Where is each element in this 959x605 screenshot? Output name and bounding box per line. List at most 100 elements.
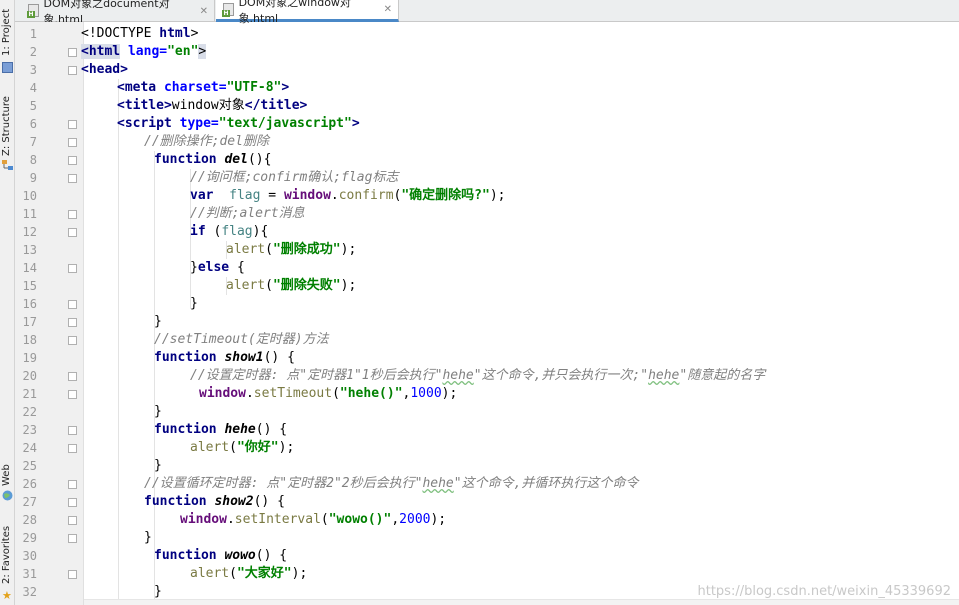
code-line-7: //删除操作;del删除: [144, 134, 269, 149]
code-line-11: //判断;alert消息: [190, 206, 305, 221]
line-number: 22: [22, 405, 37, 419]
fold-marker[interactable]: [68, 156, 77, 165]
fold-marker[interactable]: [68, 264, 77, 273]
line-number: 28: [22, 513, 37, 527]
code-line-23: function hehe() {: [154, 422, 288, 437]
code-line-13: alert("删除成功");: [226, 242, 357, 257]
line-number: 30: [22, 549, 37, 563]
line-number: 16: [22, 297, 37, 311]
project-folder-icon: [2, 62, 13, 73]
code-line-2: <html lang="en">: [81, 44, 207, 59]
line-number: 4: [29, 81, 37, 95]
project-tool-label: 1: Project: [1, 8, 12, 56]
code-line-10: var flag = window.confirm("确定删除吗?");: [190, 188, 506, 203]
code-line-18: //setTimeout(定时器)方法: [154, 332, 329, 347]
code-line-8: function del(){: [154, 152, 272, 167]
line-number: 7: [29, 135, 37, 149]
line-number: 5: [29, 99, 37, 113]
line-number: 31: [22, 567, 37, 581]
horizontal-scrollbar[interactable]: [84, 599, 959, 605]
web-tool-label: Web: [1, 464, 12, 486]
fold-marker[interactable]: [68, 48, 77, 57]
fold-marker[interactable]: [68, 336, 77, 345]
fold-marker[interactable]: [68, 300, 77, 309]
fold-marker[interactable]: [68, 138, 77, 147]
line-number-gutter: 1 2 3 4 5 6 7 8 9 10 11 12 13 14 15 16 1…: [15, 22, 84, 605]
code-line-1: <!DOCTYPE html>: [81, 26, 199, 41]
structure-icon: [2, 160, 13, 171]
code-line-16: }: [190, 296, 198, 311]
line-number: 20: [22, 369, 37, 383]
code-line-17: }: [154, 314, 162, 329]
code-line-29: }: [144, 530, 152, 545]
close-icon[interactable]: ✕: [384, 4, 392, 15]
web-globe-icon: [2, 490, 13, 501]
fold-marker[interactable]: [68, 516, 77, 525]
fold-marker[interactable]: [68, 534, 77, 543]
fold-marker[interactable]: [68, 390, 77, 399]
code-line-30: function wowo() {: [154, 548, 288, 563]
fold-marker[interactable]: [68, 318, 77, 327]
code-line-25: }: [154, 458, 162, 473]
line-number: 32: [22, 585, 37, 599]
line-number: 15: [22, 279, 37, 293]
fold-marker[interactable]: [68, 372, 77, 381]
code-line-12: if (flag){: [190, 224, 269, 239]
code-line-22: }: [154, 404, 162, 419]
html-file-icon: H: [222, 2, 234, 17]
code-line-3: <head>: [81, 62, 128, 77]
line-number: 29: [22, 531, 37, 545]
fold-marker[interactable]: [68, 66, 77, 75]
line-number: 11: [22, 207, 37, 221]
line-number: 23: [22, 423, 37, 437]
fold-marker[interactable]: [68, 120, 77, 129]
close-icon[interactable]: ✕: [200, 6, 208, 17]
line-number: 26: [22, 477, 37, 491]
fold-marker[interactable]: [68, 480, 77, 489]
line-number: 3: [29, 63, 37, 77]
tab-document-html[interactable]: H DOM对象之document对象.html ✕: [21, 0, 215, 26]
code-line-9: //询问框;confirm确认;flag标志: [190, 170, 399, 185]
code-line-27: function show2() {: [144, 494, 285, 509]
fold-marker[interactable]: [68, 228, 77, 237]
line-number: 25: [22, 459, 37, 473]
code-line-14: }else {: [190, 260, 245, 275]
watermark: https://blog.csdn.net/weixin_45339692: [697, 584, 951, 599]
code-line-24: alert("你好");: [190, 440, 295, 455]
code-line-5: <title>window对象</title>: [117, 98, 308, 113]
fold-marker[interactable]: [68, 174, 77, 183]
code-line-26: //设置循环定时器: 点"定时器2"2秒后会执行"hehe"这个命令,并循环执行…: [144, 476, 639, 491]
line-number: 18: [22, 333, 37, 347]
code-line-19: function show1() {: [154, 350, 295, 365]
line-number: 14: [22, 261, 37, 275]
code-line-28: window.setInterval("wowo()",2000);: [180, 512, 447, 527]
code-line-6: <script type="text/javascript">: [117, 116, 360, 131]
line-number: 19: [22, 351, 37, 365]
fold-marker[interactable]: [68, 498, 77, 507]
tool-window-strip: 1: Project Z: Structure Web 2: Favorites…: [0, 0, 15, 605]
fold-marker[interactable]: [68, 570, 77, 579]
indent-guide: [118, 79, 119, 605]
indent-guide: [154, 151, 155, 605]
code-line-15: alert("删除失败");: [226, 278, 357, 293]
fold-marker[interactable]: [68, 426, 77, 435]
favorites-tool-label: 2: Favorites: [1, 525, 12, 584]
code-line-20: //设置定时器: 点"定时器1"1秒后会执行"hehe"这个命令,并只会执行一次…: [190, 368, 766, 383]
html-file-icon: H: [27, 4, 39, 18]
favorites-star-icon: ★: [2, 589, 12, 602]
code-editor[interactable]: <!DOCTYPE html> <html lang="en"> <head> …: [81, 22, 959, 605]
line-number: 1: [29, 27, 37, 41]
line-number: 27: [22, 495, 37, 509]
line-number: 12: [22, 225, 37, 239]
fold-marker[interactable]: [68, 444, 77, 453]
line-number: 6: [29, 117, 37, 131]
fold-marker[interactable]: [68, 210, 77, 219]
code-line-31: alert("大家好");: [190, 566, 308, 581]
line-number: 21: [22, 387, 37, 401]
tab-window-html[interactable]: H DOM对象之window对象.html ✕: [216, 0, 399, 25]
line-number: 10: [22, 189, 37, 203]
line-number: 2: [29, 45, 37, 59]
code-line-4: <meta charset="UTF-8">: [117, 80, 290, 95]
line-number: 13: [22, 243, 37, 257]
line-number: 8: [29, 153, 37, 167]
